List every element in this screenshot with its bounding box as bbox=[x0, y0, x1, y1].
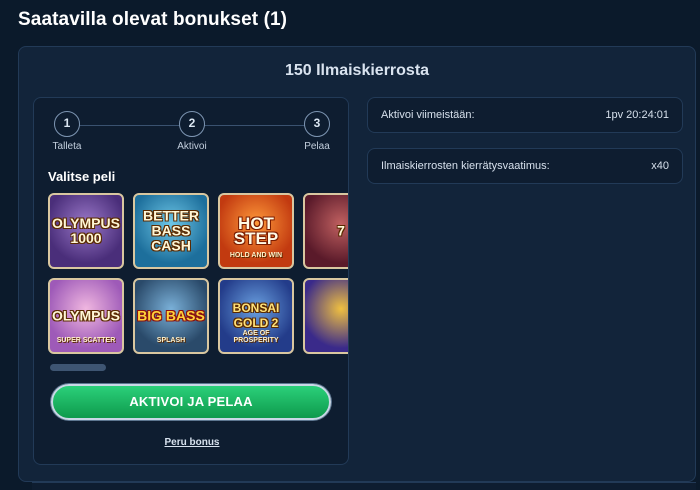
wagering-requirement-value: x40 bbox=[651, 160, 669, 172]
activation-deadline-box: Aktivoi viimeistään: 1pv 20:24:01 bbox=[367, 97, 683, 133]
activation-deadline-label: Aktivoi viimeistään: bbox=[381, 109, 475, 121]
game-tile-subtext: HOLD AND WIN bbox=[229, 252, 283, 259]
bonus-title: 150 Ilmaiskierrosta bbox=[284, 62, 430, 79]
step-play: 3 Pelaa bbox=[287, 111, 347, 152]
cancel-bonus-link[interactable]: Peru bonus bbox=[34, 437, 348, 448]
step-label: Aktivoi bbox=[177, 141, 207, 152]
game-tile-gates-of-olympus-1000[interactable]: OLYMPUS 1000 bbox=[48, 193, 124, 269]
choose-game-heading: Valitse peli bbox=[48, 169, 116, 184]
game-tile-text: OLYMPUS bbox=[52, 307, 120, 324]
game-tile-text: HOT STEP bbox=[233, 214, 279, 248]
game-tile-big-bass-splash[interactable]: BIG BASS SPLASH bbox=[133, 278, 209, 354]
game-tile-text: OLYMPUS 1000 bbox=[52, 215, 120, 246]
game-tile-subtext: AGE OF PROSPERITY bbox=[233, 330, 279, 344]
game-tile-text: BETTER BASS CASH bbox=[143, 207, 199, 254]
wagering-requirement-label: Ilmaiskierrosten kierrätysvaatimus: bbox=[381, 160, 550, 172]
activate-and-play-button[interactable]: AKTIVOI JA PELAA bbox=[51, 384, 331, 420]
activation-deadline-value: 1pv 20:24:01 bbox=[605, 109, 669, 121]
step-label: Talleta bbox=[52, 141, 82, 152]
game-tile-better-bass-cash[interactable]: BETTER BASS CASH bbox=[133, 193, 209, 269]
game-tile-cash-slot[interactable]: 7 bbox=[303, 193, 348, 269]
step-number-badge: 1 bbox=[54, 111, 80, 137]
step-label: Pelaa bbox=[304, 141, 330, 152]
bonus-card: 150 Ilmaiskierrosta 1 Talleta 2 Aktivoi … bbox=[18, 46, 696, 482]
page-title: Saatavilla olevat bonukset (1) bbox=[18, 9, 288, 30]
game-tile-subtext: SPLASH bbox=[156, 337, 186, 344]
game-tile-bonsai-gold-2[interactable]: BONSAI GOLD 2 AGE OF PROSPERITY bbox=[218, 278, 294, 354]
game-tile-text: BIG BASS bbox=[137, 307, 205, 324]
bonus-steps-panel: 1 Talleta 2 Aktivoi 3 Pelaa Valitse peli… bbox=[33, 97, 349, 465]
game-selection-grid: OLYMPUS 1000 BETTER BASS CASH HOT STEP H… bbox=[48, 193, 348, 358]
game-tile-gates-of-olympus-super-scatter[interactable]: OLYMPUS SUPER SCATTER bbox=[48, 278, 124, 354]
step-number-badge: 2 bbox=[179, 111, 205, 137]
wagering-requirement-box: Ilmaiskierrosten kierrätysvaatimus: x40 bbox=[367, 148, 683, 184]
game-tile-slot-game[interactable] bbox=[303, 278, 348, 354]
game-tile-subtext: SUPER SCATTER bbox=[56, 337, 116, 344]
step-activate: 2 Aktivoi bbox=[162, 111, 222, 152]
scrollbar-thumb[interactable] bbox=[50, 364, 106, 371]
games-horizontal-scrollbar[interactable] bbox=[48, 364, 348, 372]
game-tile-text: BONSAI GOLD 2 bbox=[232, 301, 280, 330]
step-deposit: 1 Talleta bbox=[37, 111, 97, 152]
game-tile-hot-step[interactable]: HOT STEP HOLD AND WIN bbox=[218, 193, 294, 269]
game-tile-text: 7 bbox=[337, 222, 345, 239]
step-number-badge: 3 bbox=[304, 111, 330, 137]
